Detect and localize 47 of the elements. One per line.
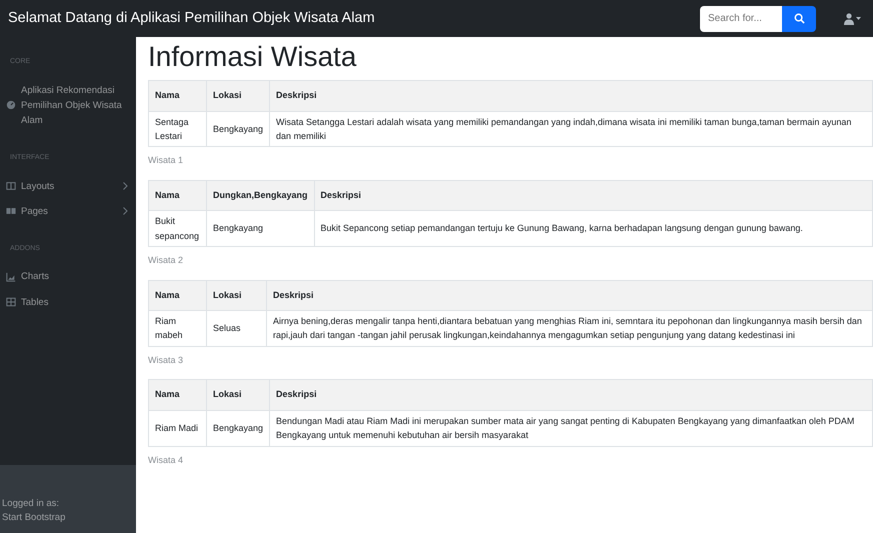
page-title: Informasi Wisata <box>148 40 358 74</box>
search-field[interactable]: Search for... <box>700 6 782 32</box>
column-header: Deskripsi <box>270 80 872 111</box>
caret-icon <box>856 17 861 20</box>
search-icon <box>794 13 804 24</box>
column-header: Dungkan,Bengkayang <box>206 180 314 211</box>
column-header: Deskripsi <box>266 280 872 311</box>
table-cell: Wisata Setangga Lestari adalah wisata yang memiliki pemandangan yang indah,dimana wisata ini memiliki taman bunga,taman bermain ayunan dan memiliki <box>270 111 872 147</box>
table-cell: Bengkayang <box>206 111 270 147</box>
sidebar-item[interactable]: Aplikasi Rekomendasi Pemilihan Objek Wisata Alam <box>0 78 136 134</box>
table-cell: Bengkayang <box>206 410 270 446</box>
table-cell: Airnya bening,deras mengalir tanpa henti,diantara bebatuan yang menghias Riam ini, semntara itu pepohonan dan lingkungannya masih bersih dan rapi,jauh dari tangan -tangan jahil perusak lingkungan,keindahannya mengagumkan setiap pengunjung yang datang kedestinasi ini <box>266 310 872 346</box>
user-icon <box>844 12 854 24</box>
table-cell: Bengkayang <box>206 210 314 247</box>
sidebar-item[interactable]: Pages <box>0 198 136 224</box>
column-header: Lokasi <box>206 280 266 311</box>
column-header: Lokasi <box>206 80 270 111</box>
table-icon <box>6 297 16 308</box>
book-icon <box>6 206 16 216</box>
area-chart-icon <box>6 272 16 282</box>
table-caption: Wisata 1 <box>148 154 184 168</box>
sidebar-item[interactable]: Charts <box>0 264 136 290</box>
gauge-icon <box>6 100 16 110</box>
table-caption: Wisata 4 <box>148 454 184 467</box>
column-header: Nama <box>148 280 206 311</box>
search-button[interactable] <box>782 6 816 32</box>
sidebar-item[interactable]: Layouts <box>0 174 136 199</box>
column-header: Deskripsi <box>270 380 872 410</box>
column-header: Lokasi <box>206 380 270 410</box>
columns-icon <box>6 181 16 192</box>
table-cell: Bukit sepancong <box>148 210 206 247</box>
column-header: Deskripsi <box>314 180 872 211</box>
table-cell: Seluas <box>206 310 266 346</box>
table-cell: Bukit Sepancong setiap pemandangan tertuju ke Gunung Bawang, karna berhadapan langsung dengan gunung bawang. <box>314 210 872 247</box>
logged-in-label: Logged in as: <box>2 496 60 510</box>
column-header: Nama <box>148 380 206 410</box>
table-cell: Riam mabeh <box>148 310 206 346</box>
user-name: Start Bootstrap <box>2 510 66 525</box>
column-header: Nama <box>148 180 206 211</box>
sidebar-item[interactable]: Tables <box>0 290 136 315</box>
table-cell: Riam Madi <box>148 410 206 446</box>
app-title[interactable]: Selamat Datang di Aplikasi Pemilihan Objek Wisata Alam <box>8 8 375 30</box>
table-cell: Bendungan Madi atau Riam Madi ini merupakan sumber mata air yang sangat penting di Kabupaten Bengkayang yang dimanfaatkan oleh PDAM Bengkayang untuk memenuhi kebutuhan air bersih masyarakat <box>270 410 872 446</box>
table-caption: Wisata 2 <box>148 254 184 268</box>
column-header: Nama <box>148 80 206 111</box>
table-cell: Sentaga Lestari <box>148 111 206 147</box>
table-caption: Wisata 3 <box>148 354 184 367</box>
